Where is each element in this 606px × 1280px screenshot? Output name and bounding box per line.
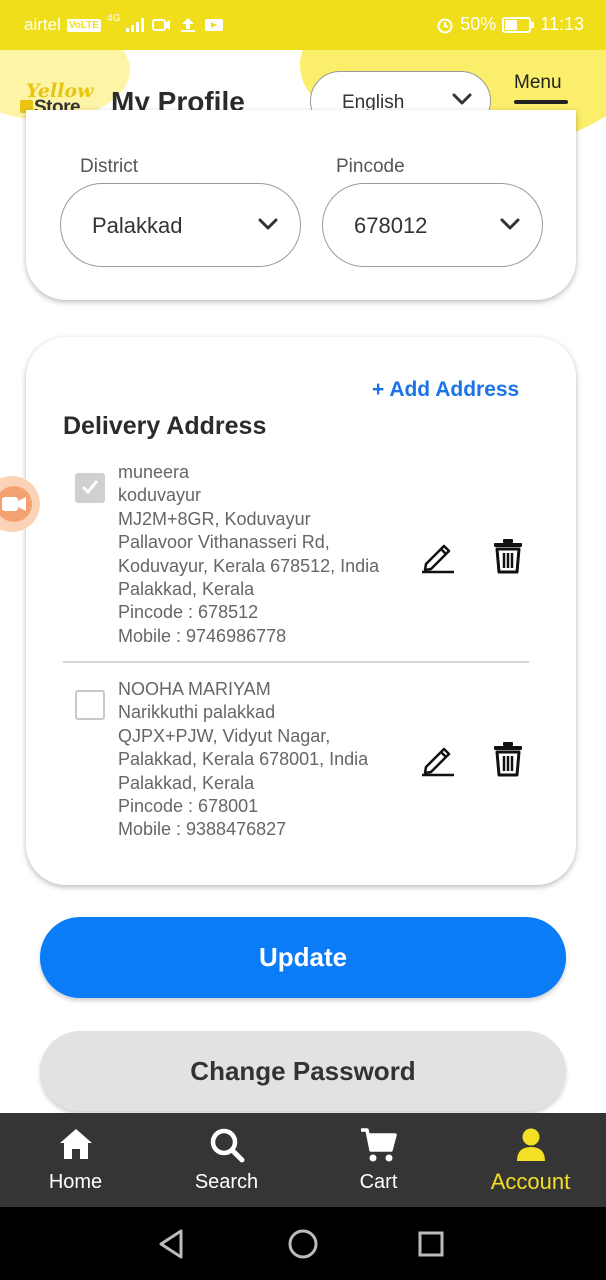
pincode-label: Pincode (336, 156, 405, 177)
address-text: muneera koduvayur MJ2M+8GR, Koduvayur Pa… (118, 461, 418, 648)
bottom-navigation: Home Search Cart Account (0, 1113, 606, 1207)
add-address-link[interactable]: + Add Address (372, 378, 519, 402)
system-navigation-bar (0, 1207, 606, 1280)
clock: 11:13 (540, 14, 584, 34)
pincode-value: 678012 (354, 213, 428, 238)
nav-label-home: Home (48, 1171, 103, 1193)
address-name: muneera (118, 462, 190, 482)
chevron-down-icon (500, 218, 520, 230)
district-value: Palakkad (92, 213, 183, 238)
video-icon (205, 19, 224, 31)
address-item: NOOHA MARIYAM Narikkuthi palakkad QJPX+P… (26, 678, 576, 848)
home-circle-icon[interactable] (285, 1226, 321, 1262)
edit-address-button[interactable] (420, 538, 456, 574)
cart-icon (360, 1128, 397, 1162)
chevron-down-icon (258, 218, 278, 230)
delete-address-button[interactable] (492, 741, 524, 777)
nav-label-search: Search (194, 1171, 259, 1193)
nav-item-home[interactable]: Home (0, 1113, 151, 1207)
address-line: Koduvayur, Kerala 678512, India (118, 555, 380, 576)
delivery-address-card: + Add Address Delivery Address muneera k… (26, 337, 576, 885)
address-line: Pallavoor Vithanasseri Rd, (118, 532, 330, 553)
network-type: 4G (107, 12, 121, 24)
update-button[interactable]: Update (40, 917, 566, 998)
carrier-name: airtel (24, 15, 61, 34)
nav-label-account: Account (490, 1169, 571, 1194)
recents-icon[interactable] (413, 1226, 449, 1262)
status-right: 50% 11:13 (436, 14, 584, 35)
address-line: Palakkad, Kerala (118, 772, 255, 793)
district-label: District (80, 156, 139, 177)
address-checkbox[interactable] (75, 473, 105, 503)
address-line: QJPX+PJW, Vidyut Nagar, (118, 725, 331, 746)
battery-percent: 50% (460, 14, 497, 34)
status-left: airtel VoLTE 4G (24, 12, 224, 35)
menu-label: Menu (514, 72, 562, 93)
district-select[interactable]: Palakkad (60, 183, 301, 267)
location-card: District Pincode Palakkad 678012 (26, 110, 576, 300)
status-bar: airtel VoLTE 4G 50% 11:13 (0, 0, 606, 50)
address-pincode: Pincode : 678001 (118, 796, 259, 817)
edit-address-button[interactable] (420, 741, 456, 777)
delivery-address-title: Delivery Address (63, 412, 267, 440)
address-divider (63, 661, 529, 663)
address-mobile: Mobile : 9746986778 (118, 625, 287, 646)
address-line: Palakkad, Kerala (118, 579, 255, 600)
address-mobile: Mobile : 9388476827 (118, 819, 287, 840)
address-line: MJ2M+8GR, Koduvayur (118, 508, 311, 529)
upload-icon (181, 18, 196, 32)
nav-label-cart: Cart (359, 1171, 398, 1193)
video-camera-glyph (2, 497, 26, 511)
alarm-icon (437, 18, 453, 33)
hamburger-icon (514, 100, 568, 104)
battery-icon (502, 16, 535, 33)
volte-badge: VoLTE (66, 18, 102, 32)
screen-record-icon (152, 19, 171, 31)
address-text: NOOHA MARIYAM Narikkuthi palakkad QJPX+P… (118, 678, 418, 842)
signal-icon (126, 18, 145, 32)
account-icon (516, 1128, 545, 1161)
change-password-button[interactable]: Change Password (40, 1031, 566, 1111)
nav-item-account[interactable]: Account (455, 1113, 606, 1207)
address-line: Narikkuthi palakkad (118, 702, 276, 723)
address-line: koduvayur (118, 485, 202, 506)
address-name: NOOHA MARIYAM (118, 679, 271, 699)
home-icon (59, 1129, 92, 1159)
chevron-down-icon (452, 93, 472, 105)
address-item: muneera koduvayur MJ2M+8GR, Koduvayur Pa… (26, 461, 576, 651)
delete-address-button[interactable] (492, 538, 524, 574)
nav-item-search[interactable]: Search (151, 1113, 302, 1207)
pincode-select[interactable]: 678012 (322, 183, 543, 267)
search-icon (210, 1128, 244, 1163)
address-pincode: Pincode : 678512 (118, 602, 259, 623)
nav-item-cart[interactable]: Cart (303, 1113, 454, 1207)
checkmark-icon (81, 480, 99, 495)
video-camera-icon (0, 486, 32, 522)
address-checkbox[interactable] (75, 690, 105, 720)
address-line: Palakkad, Kerala 678001, India (118, 749, 369, 770)
back-icon[interactable] (154, 1226, 190, 1262)
